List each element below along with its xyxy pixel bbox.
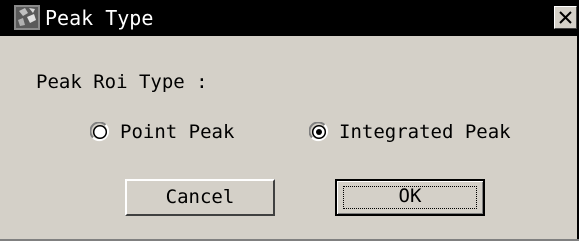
close-button[interactable]	[554, 6, 577, 29]
peak-type-dialog: Peak Type Peak Roi Type : Point Peak Int…	[0, 0, 579, 241]
point-peak-label: Point Peak	[120, 121, 235, 143]
ok-button[interactable]: OK	[335, 179, 485, 216]
integrated-peak-label: Integrated Peak	[339, 121, 511, 143]
title-bar[interactable]: Peak Type	[0, 0, 579, 36]
close-x-icon	[559, 11, 572, 24]
ok-button-label: OK	[398, 185, 422, 207]
radio-unselected-icon	[90, 122, 110, 142]
window-title: Peak Type	[45, 6, 154, 30]
peak-roi-type-label: Peak Roi Type :	[36, 71, 208, 93]
app-icon	[14, 5, 40, 30]
cancel-button[interactable]: Cancel	[125, 179, 275, 216]
radio-selected-icon	[309, 122, 329, 142]
